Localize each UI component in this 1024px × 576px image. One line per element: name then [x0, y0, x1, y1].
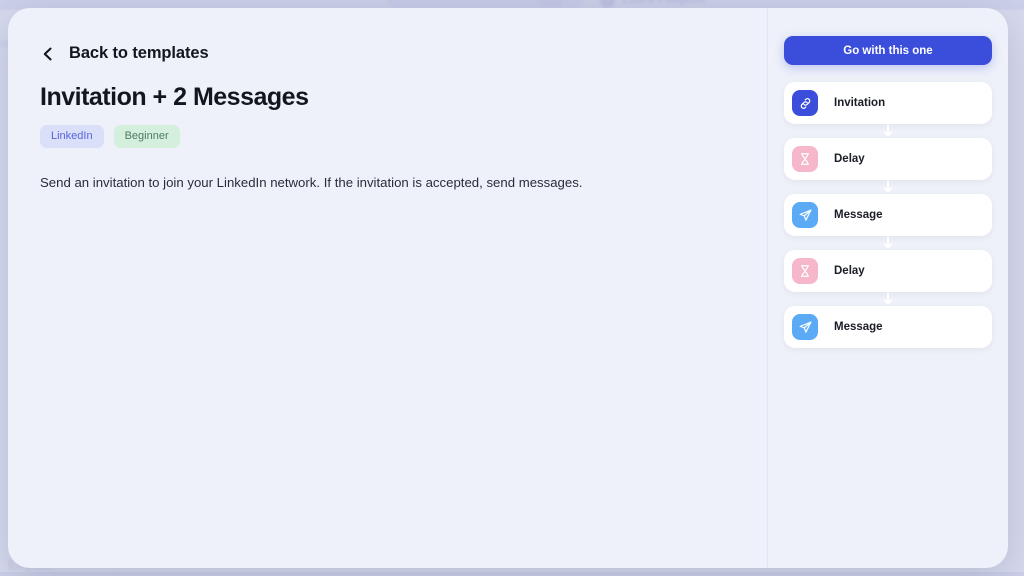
step-connector	[784, 292, 992, 306]
paper-plane-icon	[792, 202, 818, 228]
status-badge-platform: LinkedIn	[40, 125, 104, 148]
backdrop-chip	[540, 0, 562, 6]
template-detail-main: Back to templates Invitation + 2 Message…	[8, 8, 767, 568]
step-card-delay-1[interactable]: Delay	[784, 138, 992, 180]
hourglass-icon	[792, 258, 818, 284]
backdrop-user-name: Laura Pobjaoa	[622, 0, 705, 6]
template-detail-modal: Back to templates Invitation + 2 Message…	[8, 8, 1008, 568]
back-to-templates-label: Back to templates	[69, 44, 209, 62]
page-title: Invitation + 2 Messages	[40, 83, 309, 111]
go-with-this-one-button[interactable]: Go with this one	[784, 36, 992, 65]
step-label: Delay	[834, 153, 865, 165]
step-label: Message	[834, 209, 883, 221]
step-card-message-2[interactable]: Message	[784, 306, 992, 348]
status-badge-level: Beginner	[113, 125, 180, 148]
back-to-templates-button[interactable]: Back to templates	[40, 44, 209, 63]
step-connector	[784, 236, 992, 250]
step-card-message-1[interactable]: Message	[784, 194, 992, 236]
backdrop-bottom-strip	[0, 572, 1024, 576]
paper-plane-icon	[792, 314, 818, 340]
step-sequence: Invitation Delay Message Delay Message	[784, 82, 992, 348]
step-card-invitation[interactable]: Invitation	[784, 82, 992, 124]
link-icon	[792, 90, 818, 116]
step-label: Message	[834, 321, 883, 333]
step-connector	[784, 124, 992, 138]
template-description: Send an invitation to join your LinkedIn…	[40, 175, 583, 190]
chevron-left-icon	[43, 47, 52, 60]
hourglass-icon	[792, 146, 818, 172]
step-label: Delay	[834, 265, 865, 277]
template-steps-panel: Go with this one Invitation Delay Messag…	[768, 8, 1008, 568]
step-card-delay-2[interactable]: Delay	[784, 250, 992, 292]
step-connector	[784, 180, 992, 194]
step-label: Invitation	[834, 97, 886, 109]
badge-row: LinkedIn Beginner	[40, 125, 735, 148]
